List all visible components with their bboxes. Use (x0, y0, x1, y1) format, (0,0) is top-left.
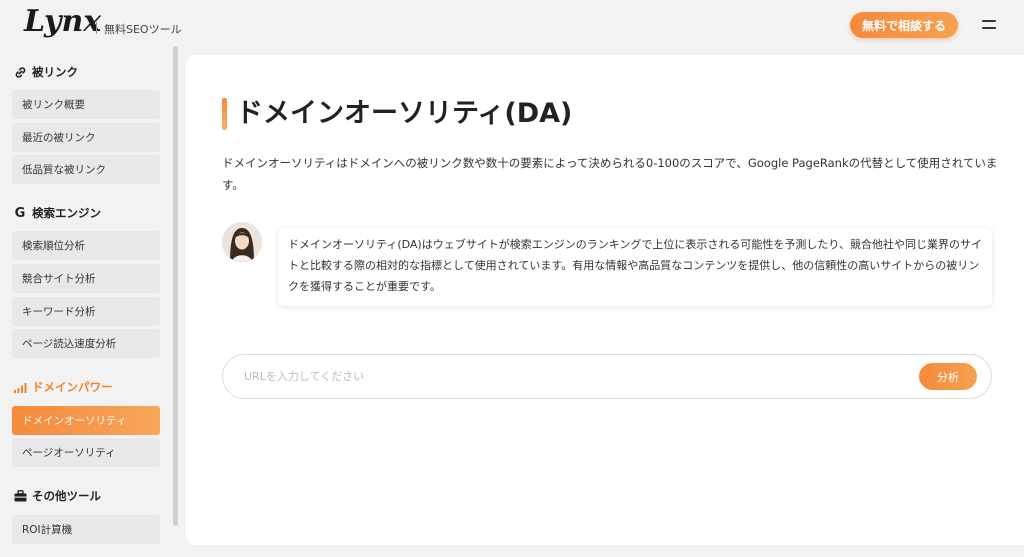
sidebar-section-backlinks: 被リンク (13, 63, 78, 81)
section-title: 検索エンジン (32, 206, 101, 220)
section-title: ドメインパワー (32, 380, 113, 394)
page-title: ドメインオーソリティ(DA) (236, 98, 573, 129)
sidebar-item-domain-authority[interactable]: ドメインオーソリティ (12, 406, 160, 435)
sidebar-item-backlink-overview[interactable]: 被リンク概要 (12, 90, 160, 119)
free-consult-button[interactable]: 無料で相談する (850, 12, 958, 38)
sidebar-section-other-tools: その他ツール (13, 487, 101, 505)
logo[interactable]: Lynx (24, 4, 101, 39)
sidebar-item-page-speed[interactable]: ページ読込速度分析 (12, 329, 160, 358)
sidebar-item-page-authority[interactable]: ページオーソリティ (12, 438, 160, 467)
intro-text: ドメインオーソリティはドメインへの被リンク数や数十の要素によって決められる0-1… (222, 156, 998, 192)
header: Lynx 無料SEOツール 無料で相談する (0, 0, 1024, 52)
signal-bars-icon (13, 380, 27, 394)
bubble-text: ドメインオーソリティ(DA)はウェブサイトが検索エンジンのランキングで上位に表示… (288, 238, 982, 293)
sidebar-item-roi-calculator[interactable]: ROI計算機 (12, 515, 160, 544)
sidebar-item-recent-backlinks[interactable]: 最近の被リンク (12, 123, 160, 152)
sidebar-scrollbar[interactable] (173, 46, 178, 526)
sidebar-section-domain-power: ドメインパワー (13, 378, 113, 396)
sidebar-section-search-engine: G 検索エンジン (13, 204, 101, 222)
url-input[interactable] (244, 366, 884, 386)
sidebar-item-keyword-analysis[interactable]: キーワード分析 (12, 297, 160, 326)
toolbox-icon (13, 489, 27, 503)
hamburger-menu-icon[interactable] (982, 18, 998, 30)
title-accent-bar (222, 98, 227, 130)
logo-divider (96, 22, 97, 34)
analyze-button[interactable]: 分析 (919, 363, 977, 390)
logo-tagline: 無料SEOツール (104, 23, 182, 36)
google-icon: G (14, 205, 26, 221)
sidebar-item-low-quality-backlinks[interactable]: 低品質な被リンク (12, 155, 160, 184)
link-icon (13, 65, 27, 79)
avatar (222, 222, 262, 262)
sidebar-item-rank-analysis[interactable]: 検索順位分析 (12, 231, 160, 260)
section-title: 被リンク (32, 65, 78, 79)
sidebar-item-competitor-analysis[interactable]: 競合サイト分析 (12, 264, 160, 293)
section-title: その他ツール (32, 489, 101, 503)
